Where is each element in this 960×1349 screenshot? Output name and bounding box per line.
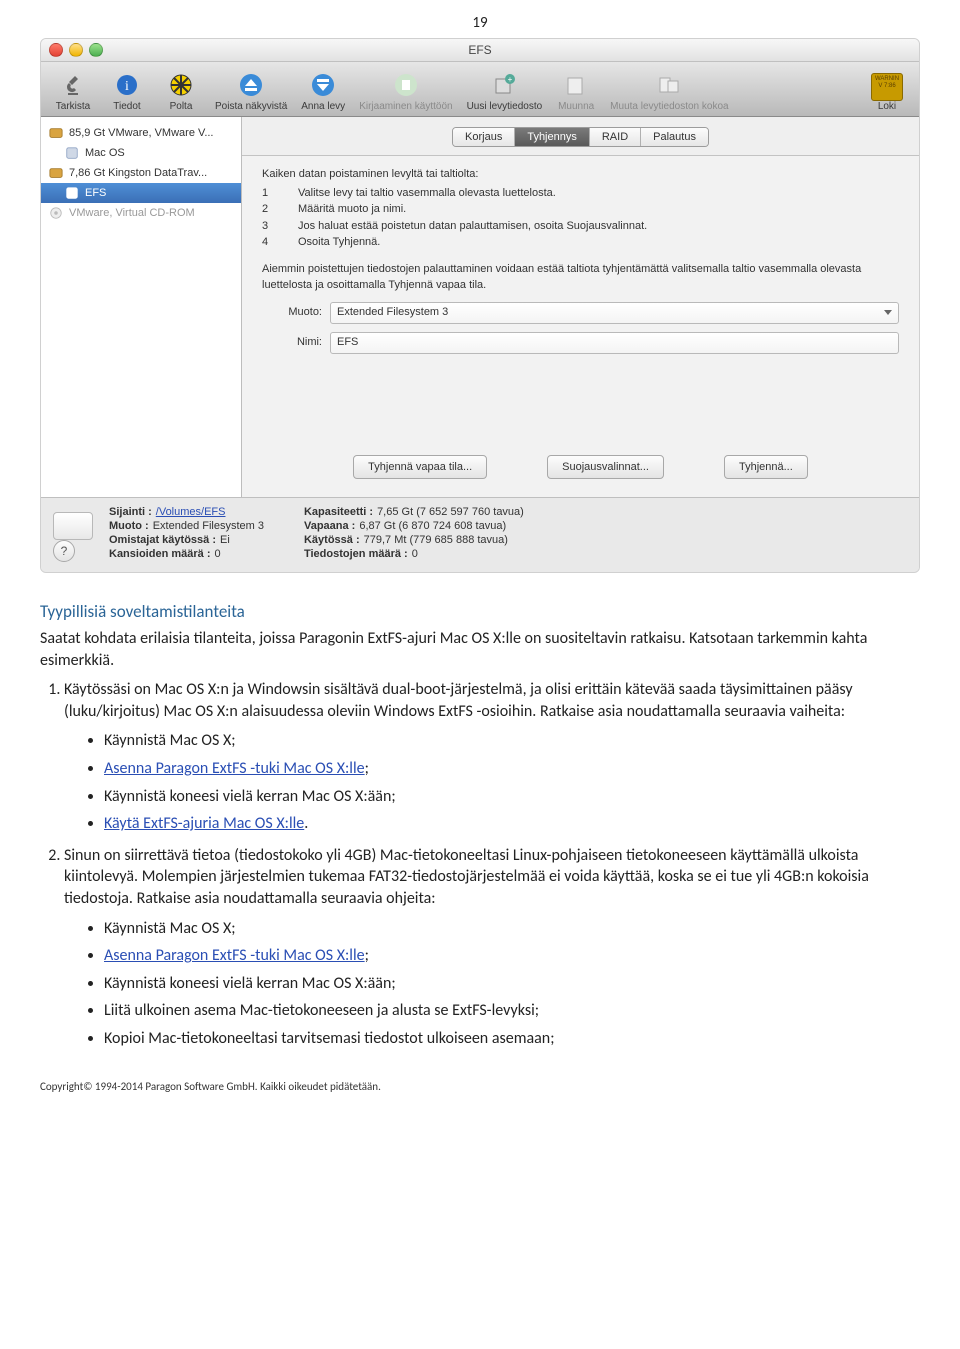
tab-bar: KorjausTyhjennysRAIDPalautus: [242, 117, 919, 156]
page-number: 19: [40, 14, 920, 32]
svg-text:+: +: [508, 75, 513, 84]
toolbar-icon: +: [490, 71, 518, 99]
toolbar-anna-levy[interactable]: Anna levy: [295, 67, 351, 116]
instruction-step: 4Osoita Tyhjennä.: [262, 234, 899, 251]
doc-link[interactable]: Asenna Paragon ExtFS -tuki Mac OS X:lle: [104, 946, 365, 965]
toolbar-icon: [309, 71, 337, 99]
tab-raid[interactable]: RAID: [590, 128, 641, 146]
button-tyhjenn-vapaa-tila-[interactable]: Tyhjennä vapaa tila...: [353, 455, 487, 480]
help-button[interactable]: ?: [53, 540, 75, 562]
toolbar-kirjaaminen-k-ytt-n: Kirjaaminen käyttöön: [353, 67, 458, 116]
tab-palautus[interactable]: Palautus: [641, 128, 708, 146]
format-select[interactable]: Extended Filesystem 3: [330, 302, 899, 324]
list-item: Käynnistä Mac OS X;: [104, 918, 920, 940]
copyright: Copyright© 1994-2014 Paragon Software Gm…: [40, 1080, 920, 1093]
toolbar-muunna: Muunna: [550, 67, 602, 116]
instruction-step: 3Jos haluat estää poistetun datan palaut…: [262, 218, 899, 235]
info-line: Käytössä : 779,7 Mt (779 685 888 tavua): [304, 534, 524, 546]
toolbar-muuta-levytiedoston-kokoa: Muuta levytiedoston kokoa: [604, 67, 734, 116]
doc-link[interactable]: Käytä ExtFS-ajuria Mac OS X:lle: [104, 814, 304, 833]
disk-icon: [53, 512, 93, 540]
info-line: Kansioiden määrä : 0: [109, 548, 264, 560]
toolbar-icon: [167, 71, 195, 99]
list-item: Asenna Paragon ExtFS -tuki Mac OS X:lle;: [104, 945, 920, 967]
info-line: Sijainti : /Volumes/EFS: [109, 506, 264, 518]
info-line: Tiedostojen määrä : 0: [304, 548, 524, 560]
format-label: Muoto:: [262, 304, 322, 321]
screenshot-window: EFS TarkistaiTiedotPoltaPoista näkyvistä…: [40, 38, 920, 573]
sidebar: 85,9 Gt VMware, VMware V...Mac OS7,86 Gt…: [41, 117, 242, 497]
instructions-paragraph: Aiemmin poistettujen tiedostojen palautt…: [262, 261, 899, 294]
sidebar-item[interactable]: EFS: [41, 183, 241, 203]
instruction-step: 2Määritä muoto ja nimi.: [262, 201, 899, 218]
scenario-1-text: Käytössäsi on Mac OS X:n ja Windowsin si…: [64, 680, 853, 721]
list-item: Käynnistä koneesi vielä kerran Mac OS X:…: [104, 786, 920, 808]
list-item: Käynnistä Mac OS X;: [104, 730, 920, 752]
sidebar-item[interactable]: 7,86 Gt Kingston DataTrav...: [41, 163, 241, 183]
info-line: Kapasiteetti : 7,65 Gt (7 652 597 760 ta…: [304, 506, 524, 518]
path-link[interactable]: /Volumes/EFS: [156, 506, 226, 518]
toolbar-icon: [59, 71, 87, 99]
instruction-step: 1Valitse levy tai taltio vasemmalla olev…: [262, 185, 899, 202]
intro-paragraph: Saatat kohdata erilaisia tilanteita, joi…: [40, 628, 920, 671]
toolbar-tarkista[interactable]: Tarkista: [47, 67, 99, 116]
button-suojausvalinnat-[interactable]: Suojausvalinnat...: [547, 455, 664, 480]
name-label: Nimi:: [262, 334, 322, 351]
window-title: EFS: [41, 43, 919, 57]
sidebar-item[interactable]: VMware, Virtual CD-ROM: [41, 203, 241, 223]
section-heading: Tyypillisiä soveltamistilanteita: [40, 601, 920, 622]
erase-panel: Kaiken datan poistaminen levyltä tai tal…: [242, 156, 919, 497]
scenario-1: Käytössäsi on Mac OS X:n ja Windowsin si…: [64, 679, 920, 835]
toolbar-uusi-levytiedosto[interactable]: +Uusi levytiedosto: [461, 67, 549, 116]
titlebar: EFS: [41, 39, 919, 62]
tab-korjaus[interactable]: Korjaus: [453, 128, 515, 146]
sidebar-item[interactable]: Mac OS: [41, 143, 241, 163]
list-item: Asenna Paragon ExtFS -tuki Mac OS X:lle;: [104, 758, 920, 780]
info-line: Muoto : Extended Filesystem 3: [109, 520, 264, 532]
toolbar-icon: [655, 71, 683, 99]
toolbar-polta[interactable]: Polta: [155, 67, 207, 116]
list-item: Käytä ExtFS-ajuria Mac OS X:lle.: [104, 813, 920, 835]
toolbar-log[interactable]: WARNINV 7:86Loki: [861, 69, 913, 116]
info-footer: ? Sijainti : /Volumes/EFS Muoto : Extende…: [41, 497, 919, 572]
list-item: Käynnistä koneesi vielä kerran Mac OS X:…: [104, 973, 920, 995]
button-tyhjenn-[interactable]: Tyhjennä...: [724, 455, 808, 480]
toolbar-poista-n-kyvist-[interactable]: Poista näkyvistä: [209, 67, 293, 116]
sidebar-item[interactable]: 85,9 Gt VMware, VMware V...: [41, 123, 241, 143]
toolbar-icon: [562, 71, 590, 99]
list-item: Liitä ulkoinen asema Mac-tietokoneeseen …: [104, 1000, 920, 1022]
scenario-2: Sinun on siirrettävä tietoa (tiedostokok…: [64, 845, 920, 1050]
toolbar-tiedot[interactable]: iTiedot: [101, 67, 153, 116]
info-line: Omistajat käytössä : Ei: [109, 534, 264, 546]
toolbar-icon: [392, 71, 420, 99]
tab-tyhjennys[interactable]: Tyhjennys: [515, 128, 590, 146]
svg-text:i: i: [125, 79, 129, 94]
instructions-title: Kaiken datan poistaminen levyltä tai tal…: [262, 166, 899, 183]
toolbar: TarkistaiTiedotPoltaPoista näkyvistäAnna…: [41, 62, 919, 117]
toolbar-icon: [237, 71, 265, 99]
list-item: Kopioi Mac-tietokoneeltasi tarvitsemasi …: [104, 1028, 920, 1050]
doc-link[interactable]: Asenna Paragon ExtFS -tuki Mac OS X:lle: [104, 759, 365, 778]
info-line: Vapaana : 6,87 Gt (6 870 724 608 tavua): [304, 520, 524, 532]
scenario-2-text: Sinun on siirrettävä tietoa (tiedostokok…: [64, 846, 869, 908]
toolbar-icon: i: [113, 71, 141, 99]
name-input[interactable]: EFS: [330, 332, 899, 354]
